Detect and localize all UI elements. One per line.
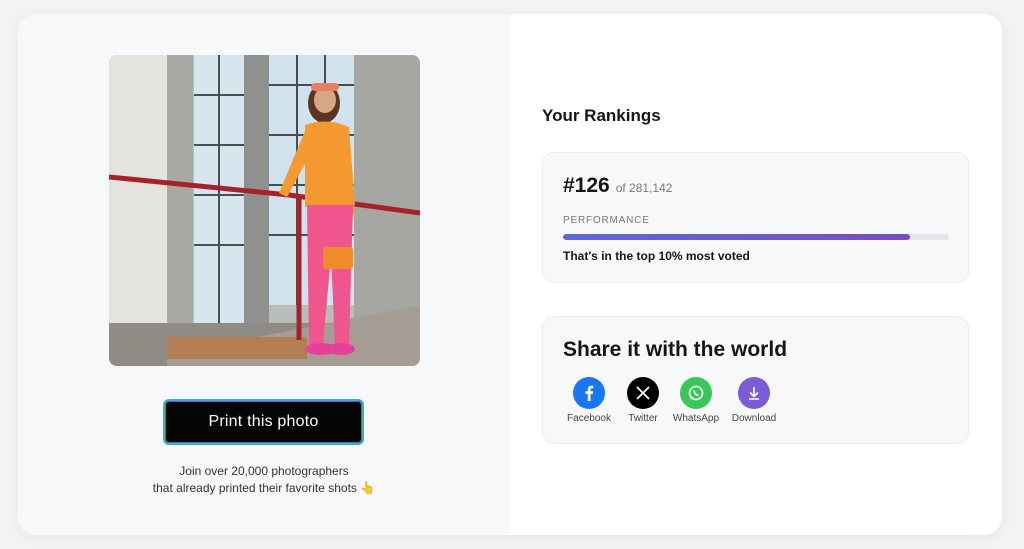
- rankings-heading: Your Rankings: [542, 106, 661, 125]
- photo: [109, 55, 420, 366]
- performance-bar-fill: [563, 234, 911, 240]
- print-photo-button[interactable]: Print this photo: [163, 399, 364, 445]
- share-card: Share it with the world Facebook Twitter…: [542, 316, 969, 444]
- share-twitter-button[interactable]: Twitter: [613, 377, 673, 424]
- download-icon: [738, 377, 770, 409]
- share-whatsapp-label: WhatsApp: [672, 413, 720, 424]
- x-icon: [627, 377, 659, 409]
- photo-panel: Print this photo Join over 20,000 photog…: [18, 14, 510, 535]
- join-message: Join over 20,000 photographers that alre…: [18, 463, 510, 497]
- share-twitter-label: Twitter: [628, 413, 658, 424]
- performance-bar: [563, 234, 949, 240]
- share-download-button[interactable]: Download: [724, 377, 784, 424]
- join-line-2: that already printed their favorite shot…: [152, 481, 376, 495]
- join-line-1: Join over 20,000 photographers: [179, 464, 349, 478]
- rank-total: of 281,142: [615, 181, 673, 195]
- facebook-icon: [573, 377, 605, 409]
- performance-label: PERFORMANCE: [563, 215, 650, 226]
- rankings-panel: Your Rankings #126 of 281,142 PERFORMANC…: [510, 14, 1002, 535]
- share-download-label: Download: [731, 413, 777, 424]
- rank-number: #126: [563, 174, 610, 197]
- share-facebook-label: Facebook: [567, 413, 611, 424]
- top-percent-text: That's in the top 10% most voted: [563, 249, 750, 263]
- results-card: Print this photo Join over 20,000 photog…: [18, 14, 1002, 535]
- share-title: Share it with the world: [563, 338, 788, 361]
- share-facebook-button[interactable]: Facebook: [559, 377, 619, 424]
- ranking-card: #126 of 281,142 PERFORMANCE That's in th…: [542, 152, 969, 283]
- share-whatsapp-button[interactable]: WhatsApp: [666, 377, 726, 424]
- whatsapp-icon: [680, 377, 712, 409]
- rank-line: #126 of 281,142: [563, 174, 672, 198]
